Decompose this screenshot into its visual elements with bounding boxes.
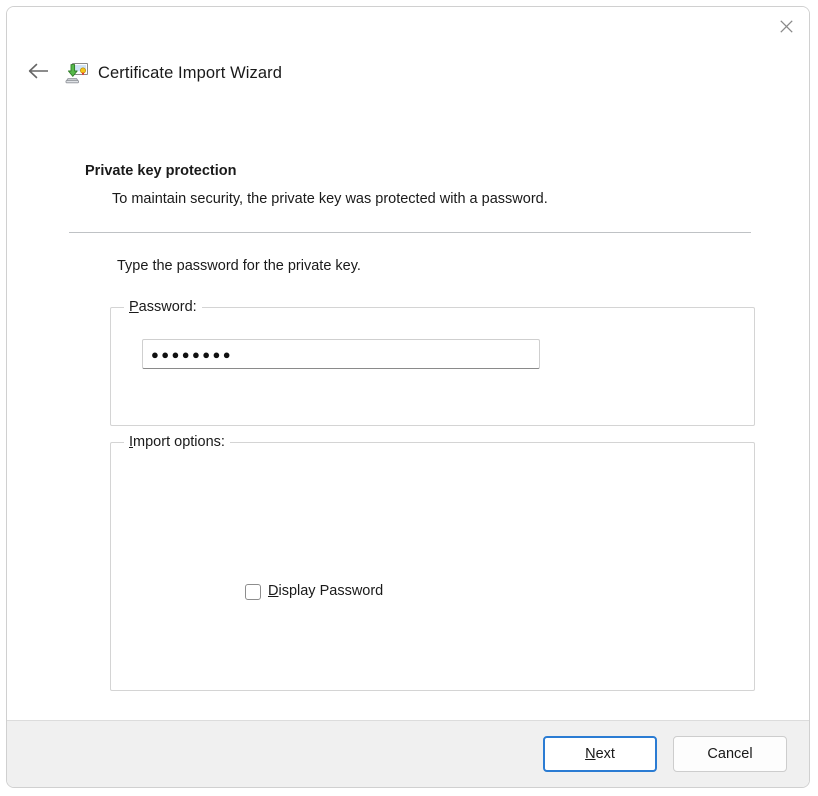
wizard-page-content: Private key protection To maintain secur…	[7, 103, 809, 720]
next-button[interactable]: Next	[543, 736, 657, 772]
titlebar-nav-row: Certificate Import Wizard	[7, 53, 282, 93]
dialog-footer: Next Cancel	[7, 720, 809, 787]
next-button-label-accel: N	[585, 746, 595, 762]
certificate-import-wizard-window: Certificate Import Wizard Private key pr…	[6, 6, 810, 788]
password-label-suffix: assword:	[139, 299, 197, 315]
header-divider	[69, 232, 751, 233]
cancel-button-label: Cancel	[707, 746, 752, 762]
page-title: Private key protection	[85, 163, 237, 179]
import-options-label-suffix: mport options:	[133, 434, 225, 450]
close-button[interactable]	[763, 7, 809, 45]
back-arrow-icon	[28, 63, 50, 84]
back-button[interactable]	[17, 55, 61, 91]
certificate-import-icon	[65, 61, 89, 85]
import-options-group-label: Import options:	[124, 434, 230, 450]
password-group-label: Password:	[124, 299, 202, 315]
instruction-text: Type the password for the private key.	[117, 258, 361, 274]
page-subtitle: To maintain security, the private key wa…	[112, 191, 548, 207]
password-group: Password: ●●●●●●●● Display Password	[110, 307, 755, 426]
next-button-label-suffix: ext	[596, 746, 615, 762]
password-input-value: ●●●●●●●●	[151, 347, 233, 362]
window-title: Certificate Import Wizard	[98, 64, 282, 83]
window-titlebar: Certificate Import Wizard	[7, 7, 809, 103]
password-input[interactable]: ●●●●●●●●	[142, 339, 540, 369]
password-label-accel: P	[129, 299, 139, 315]
close-icon	[780, 20, 793, 33]
import-options-group: Import options: Enable strong private ke…	[110, 442, 755, 691]
cancel-button[interactable]: Cancel	[673, 736, 787, 772]
